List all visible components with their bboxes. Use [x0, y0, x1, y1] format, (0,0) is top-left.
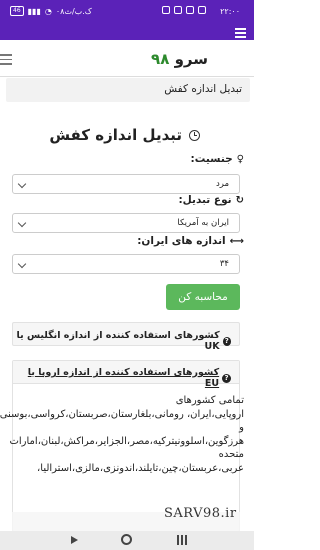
- clock-icon: [189, 129, 200, 141]
- calculate-button[interactable]: محاسبه کن: [166, 284, 240, 310]
- network-speed: ۰۸ک.ب/ث: [55, 6, 92, 16]
- site-header: سرو ۹۸: [0, 40, 254, 77]
- faq-uk-question: کشورهای استفاده کننده از اندازه انگلیس ی…: [16, 330, 220, 352]
- app-bar: [0, 24, 254, 40]
- signal-icon: ▮▮▮: [27, 6, 41, 16]
- answer-line: تمامی کشورهای: [175, 395, 244, 406]
- hamburger-icon[interactable]: [0, 54, 12, 68]
- recents-icon[interactable]: [177, 535, 187, 545]
- app-notification-icon: [174, 6, 182, 14]
- conversion-select[interactable]: ایران به آمریکا: [12, 213, 240, 233]
- notification-icons: [162, 6, 206, 14]
- faq-eu-answer: تمامی کشورهای اروپایی،ایران، رومانی،بلغا…: [0, 394, 254, 475]
- home-icon[interactable]: [121, 534, 132, 545]
- system-nav-bar: [0, 531, 254, 550]
- question-icon: ?: [222, 336, 231, 346]
- status-bar: 46 ▮▮▮ ◔ ۰۸ک.ب/ث ۲۲:۰۰: [0, 0, 254, 24]
- battery-icon: 46: [10, 6, 24, 16]
- answer-line: عربی،عربستان،چین،تایلند،اندونزی،مالزی،اس…: [37, 462, 244, 474]
- gender-select[interactable]: مرد: [12, 174, 240, 194]
- breadcrumb: تبدیل اندازه کفش: [6, 78, 250, 102]
- site-logo[interactable]: سرو ۹۸: [151, 50, 208, 68]
- page-title: تبدیل اندازه کفش: [49, 126, 200, 144]
- size-value: ۳۴: [219, 259, 229, 269]
- watermark: SARV98.ir: [164, 506, 237, 521]
- size-select[interactable]: ۳۴: [12, 254, 240, 274]
- status-left: 46 ▮▮▮ ◔ ۰۸ک.ب/ث: [10, 6, 92, 16]
- conversion-value: ایران به آمریکا: [177, 218, 229, 228]
- app-notification-icon: [162, 6, 170, 14]
- answer-line: متحده: [218, 449, 244, 460]
- page-title-text: تبدیل اندازه کفش: [49, 126, 182, 144]
- arrows-horizontal-icon: ⟷: [229, 235, 244, 247]
- conversion-label: ↻ نوع تبدیل:: [178, 194, 244, 206]
- breadcrumb-label: تبدیل اندازه کفش: [164, 83, 242, 95]
- gender-label-text: جنسیت:: [190, 153, 233, 165]
- answer-line: هرزگوین،اسلوونیترکیه،مصر،الجزایر،مراکش،ل…: [9, 435, 244, 447]
- back-icon[interactable]: [71, 536, 78, 544]
- refresh-icon: ↻: [235, 194, 244, 206]
- logo-text: سرو: [174, 50, 208, 68]
- answer-line: و: [239, 422, 244, 433]
- size-label-text: اندازه های ایران:: [137, 235, 226, 247]
- gender-value: مرد: [215, 179, 229, 189]
- chevron-down-icon: [17, 259, 27, 269]
- chevron-down-icon: [17, 179, 27, 189]
- faq-uk[interactable]: ? کشورهای استفاده کننده از اندازه انگلیس…: [12, 322, 240, 352]
- app-notification-icon: [186, 6, 194, 14]
- answer-line: اروپایی،ایران، رومانی،بلغارستان،صربستان،…: [0, 408, 244, 420]
- conversion-label-text: نوع تبدیل:: [178, 194, 232, 206]
- person-icon: ♀: [236, 153, 244, 165]
- menu-icon[interactable]: [235, 28, 246, 40]
- status-time: ۲۲:۰۰: [220, 7, 240, 16]
- app-notification-icon: [198, 6, 206, 14]
- size-label: ⟷ اندازه های ایران:: [137, 235, 244, 247]
- logo-number: ۹۸: [151, 50, 170, 68]
- chevron-down-icon: [17, 218, 27, 228]
- gender-label: ♀ جنسیت:: [191, 153, 244, 165]
- wifi-icon: ◔: [44, 6, 52, 16]
